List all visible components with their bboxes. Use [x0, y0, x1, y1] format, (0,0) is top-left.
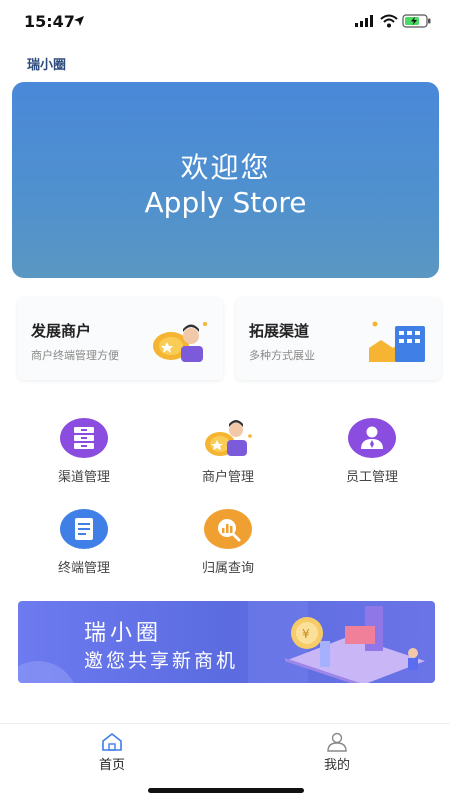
tab-label: 我的 [323, 758, 350, 773]
menu-item-channel-management[interactable]: 渠道管理 [29, 416, 139, 485]
expand-channel-card[interactable]: 拓展渠道 多种方式展业 [236, 298, 441, 380]
merchant-person-icon [205, 420, 252, 456]
home-icon [102, 732, 122, 751]
app-title: 瑞小圈 [27, 58, 67, 73]
menu-item-staff-management[interactable]: 员工管理 [317, 416, 427, 485]
channel-building-icon [369, 321, 425, 362]
banner-welcome-text: 欢迎您 [180, 151, 271, 184]
promo-yen-glyph: ¥ [302, 627, 310, 641]
tab-home[interactable]: 首页 [72, 732, 152, 773]
card-title: 拓展渠道 [249, 322, 310, 340]
battery-icon [402, 14, 431, 28]
home-indicator[interactable] [148, 788, 304, 793]
menu-label: 终端管理 [57, 561, 110, 576]
menu-item-ownership-query[interactable]: 归属查询 [173, 507, 283, 576]
promo-subtitle: 邀您共享新商机 [84, 650, 239, 672]
staff-icon [348, 418, 396, 458]
menu-label: 渠道管理 [57, 470, 110, 485]
magnifier-chart-icon [204, 509, 252, 549]
welcome-banner[interactable]: 欢迎您 Apply Store [12, 82, 439, 278]
cabinet-icon [60, 418, 108, 458]
menu-item-merchant-management[interactable]: 商户管理 [173, 416, 283, 485]
status-time: 15:47 [24, 12, 75, 31]
wifi-icon [380, 14, 398, 28]
menu-label: 归属查询 [201, 561, 254, 576]
profile-icon [327, 732, 347, 752]
card-title: 发展商户 [31, 322, 92, 340]
cellular-signal-icon [355, 15, 373, 27]
merchant-coin-icon [153, 322, 207, 362]
banner-store-name: Apply Store [144, 186, 307, 219]
develop-merchant-card[interactable]: 发展商户 商户终端管理方便 [18, 298, 223, 380]
card-subtitle: 多种方式展业 [249, 349, 315, 362]
tab-mine[interactable]: 我的 [297, 732, 377, 773]
menu-label: 商户管理 [201, 470, 254, 485]
tab-label: 首页 [98, 758, 125, 773]
status-bar: 15:47 [0, 0, 450, 44]
promo-title: 瑞小圈 [84, 621, 163, 646]
document-icon [60, 509, 108, 549]
promo-illustration: ¥ [285, 606, 425, 683]
menu-item-terminal-management[interactable]: 终端管理 [29, 507, 139, 576]
card-subtitle: 商户终端管理方便 [31, 349, 119, 362]
location-arrow-icon [74, 16, 84, 26]
promo-banner[interactable]: 瑞小圈 邀您共享新商机 ¥ [18, 601, 435, 683]
menu-label: 员工管理 [345, 470, 398, 485]
